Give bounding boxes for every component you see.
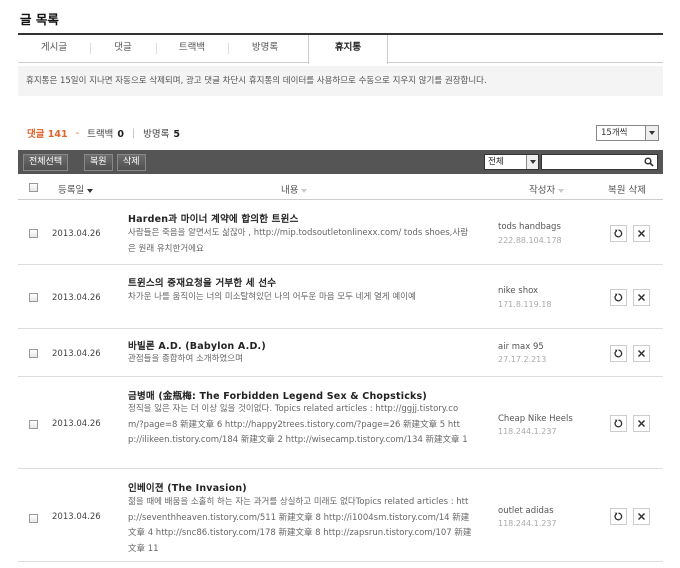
row-author[interactable]: nike shox [498, 286, 538, 296]
restore-icon-button[interactable] [610, 289, 627, 306]
trash-notice: 휴지통은 15일이 지나면 자동으로 삭제되며, 광고 댓글 차단시 휴지통의 … [18, 66, 663, 96]
search-icon[interactable] [644, 157, 654, 167]
close-icon [637, 419, 646, 428]
row-ip: 171.8.119.18 [498, 300, 552, 309]
page-title: 글 목록 [20, 12, 59, 27]
chevron-down-icon [526, 155, 538, 169]
count-separator: | [131, 127, 136, 139]
row-author[interactable]: outlet adidas [498, 506, 554, 516]
trackback-count-link[interactable]: 트랙백 0 [87, 126, 124, 140]
tab-trackbacks[interactable]: 트랙백 [156, 35, 228, 62]
close-icon [637, 229, 646, 238]
row-ip: 27.17.2.213 [498, 355, 547, 364]
restore-button[interactable]: 복원 [84, 154, 113, 171]
tab-bar: 게시글 댓글 트랙백 방명록 휴지통 [18, 33, 663, 64]
restore-icon-button[interactable] [610, 508, 627, 525]
sort-down-icon [558, 188, 565, 193]
restore-icon-button[interactable] [610, 415, 627, 432]
guestbook-count-link[interactable]: 방명록 5 [143, 126, 180, 140]
per-page-select[interactable]: 15개씩 [596, 125, 659, 141]
tab-guestbook[interactable]: 방명록 [228, 35, 302, 62]
row-ip: 118.244.1.237 [498, 519, 557, 528]
delete-button[interactable]: 삭제 [117, 154, 146, 171]
row-body: 사람들은 죽음을 알면서도 삶잖아 , http://mip.todsoutle… [128, 228, 469, 254]
row-checkbox[interactable] [29, 229, 38, 238]
search-box [541, 154, 658, 170]
delete-icon-button[interactable] [633, 289, 650, 306]
delete-icon-button[interactable] [633, 345, 650, 362]
restore-icon [614, 512, 623, 521]
restore-icon [614, 419, 623, 428]
sort-by-content[interactable]: 내용 [281, 182, 308, 196]
row-checkbox[interactable] [29, 349, 38, 358]
search-input[interactable] [542, 155, 638, 169]
close-icon [637, 349, 646, 358]
table-row: 2013.04.26 트윈스의 중재요청을 거부한 세 선수 차가운 나를 움직… [18, 266, 663, 329]
row-body: 정직을 잃은 자는 더 이상 잃을 것이없다. Topics related a… [128, 404, 468, 445]
comment-count-link[interactable]: 댓글 141 [27, 126, 68, 140]
tab-trash[interactable]: 휴지통 [308, 35, 388, 64]
per-page-value: 15개씩 [601, 128, 628, 138]
tab-comments[interactable]: 댓글 [90, 35, 156, 62]
row-checkbox[interactable] [29, 514, 38, 523]
row-title[interactable]: 바빌론 A.D. (Babylon A.D.) [128, 338, 266, 352]
close-icon [637, 512, 646, 521]
close-icon [637, 293, 646, 302]
sort-down-icon [301, 188, 308, 193]
restore-icon [614, 349, 623, 358]
restore-icon-button[interactable] [610, 345, 627, 362]
list-toolbar: 전체선택 복원 삭제 전체 [18, 150, 663, 174]
row-title[interactable]: Harden과 마이너 계약에 합의한 트윈스 [128, 211, 299, 225]
row-checkbox[interactable] [29, 293, 38, 302]
restore-icon [614, 293, 623, 302]
actions-header: 복원 삭제 [608, 185, 646, 196]
row-date: 2013.04.26 [52, 349, 101, 359]
delete-icon-button[interactable] [633, 225, 650, 242]
delete-icon-button[interactable] [633, 415, 650, 432]
row-author[interactable]: Cheap Nike Heels [498, 414, 573, 424]
row-author[interactable]: air max 95 [498, 342, 544, 352]
delete-icon-button[interactable] [633, 508, 650, 525]
sort-by-date[interactable]: 등록일 [58, 182, 94, 196]
table-row: 2013.04.26 인베이젼 (The Invasion) 젊을 때에 배움을… [18, 470, 663, 562]
row-author[interactable]: tods handbags [498, 222, 561, 232]
sort-down-icon [87, 188, 94, 193]
row-title[interactable]: 트윈스의 중재요청을 거부한 세 선수 [128, 275, 276, 289]
row-checkbox[interactable] [29, 420, 38, 429]
row-body: 차가운 나를 움직이는 너의 미소탈혀있던 나의 어두운 마음 모두 네게 열게… [128, 292, 416, 302]
row-date: 2013.04.26 [52, 293, 101, 303]
search-filter-select[interactable]: 전체 [484, 154, 539, 170]
row-title[interactable]: 인베이젼 (The Invasion) [128, 480, 247, 494]
search-filter-value: 전체 [488, 157, 504, 167]
row-date: 2013.04.26 [52, 229, 101, 239]
table-row: 2013.04.26 Harden과 마이너 계약에 합의한 트윈스 사람들은 … [18, 201, 663, 265]
chevron-down-icon [645, 126, 658, 140]
count-summary: 댓글 141 - 트랙백 0 | 방명록 5 [27, 126, 180, 141]
table-header: 등록일 내용 작성자 복원 삭제 [18, 175, 663, 200]
tab-posts[interactable]: 게시글 [18, 35, 90, 62]
row-body: 관점들을 종합하여 소개하였으며 [128, 354, 243, 364]
restore-icon-button[interactable] [610, 225, 627, 242]
table-row: 2013.04.26 금병매 (金瓶梅: The Forbidden Legen… [18, 378, 663, 469]
sort-by-author[interactable]: 작성자 [529, 182, 565, 196]
row-title[interactable]: 금병매 (金瓶梅: The Forbidden Legend Sex & Cho… [128, 388, 427, 402]
row-date: 2013.04.26 [52, 512, 101, 522]
row-date: 2013.04.26 [52, 419, 101, 429]
row-body: 젊을 때에 배움을 소홀히 하는 자는 과거를 상실하고 미래도 없다Topic… [128, 497, 472, 554]
row-ip: 222.88.104.178 [498, 236, 562, 245]
header-checkbox[interactable] [29, 183, 38, 192]
restore-icon [614, 229, 623, 238]
table-row: 2013.04.26 바빌론 A.D. (Babylon A.D.) 관점들을 … [18, 330, 663, 377]
row-ip: 118.244.1.237 [498, 427, 557, 436]
select-all-button[interactable]: 전체선택 [23, 154, 69, 171]
count-dash: - [75, 127, 80, 139]
